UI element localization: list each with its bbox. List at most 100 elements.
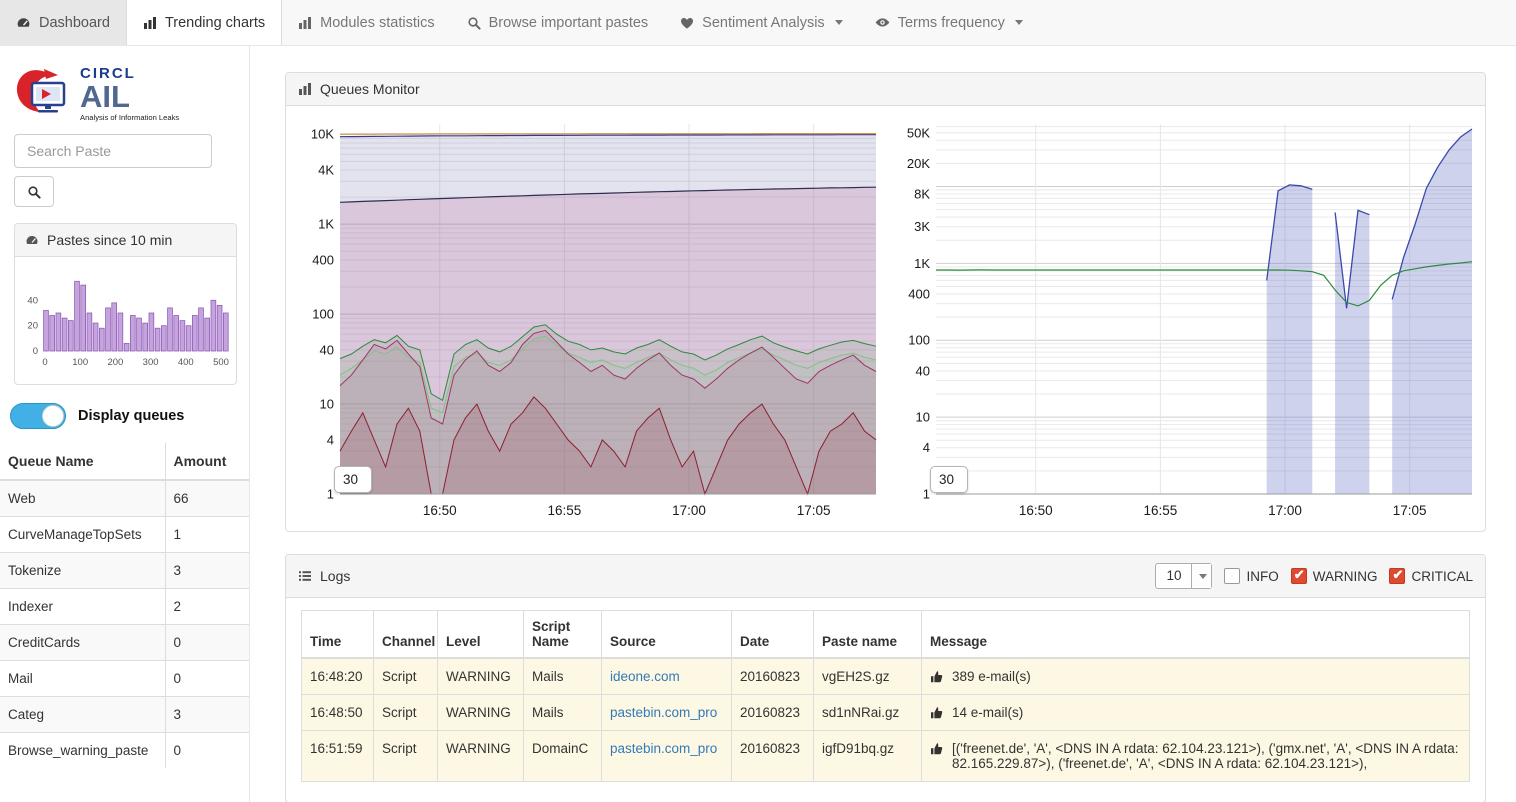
left-range-input[interactable] <box>334 466 372 493</box>
top-navbar: Dashboard Trending charts Modules statis… <box>0 0 1516 46</box>
page-size-value: 10 <box>1156 564 1191 588</box>
page-size-select[interactable]: 10 <box>1155 563 1212 589</box>
table-row: Browse_warning_paste0 <box>0 733 249 769</box>
svg-text:17:00: 17:00 <box>672 503 706 518</box>
thumbs-up-icon <box>930 742 944 756</box>
nav-dashboard[interactable]: Dashboard <box>0 0 126 45</box>
search-icon <box>467 16 481 30</box>
chevron-down-icon <box>1191 564 1211 588</box>
search-button[interactable] <box>14 176 54 207</box>
queues-monitor-header: Queues Monitor <box>286 73 1485 106</box>
brand-tagline: Analysis of Information Leaks <box>80 113 179 122</box>
svg-text:200: 200 <box>107 357 123 368</box>
display-queues-toggle[interactable] <box>10 403 66 429</box>
queue-name: CurveManageTopSets <box>0 517 165 553</box>
col-date: Date <box>732 611 814 659</box>
svg-text:20: 20 <box>27 321 38 332</box>
queue-amount: 66 <box>165 480 249 517</box>
col-script-name: Script Name <box>524 611 602 659</box>
svg-text:100: 100 <box>72 357 88 368</box>
filter-info[interactable]: INFO <box>1224 568 1278 584</box>
queue-amount: 0 <box>165 625 249 661</box>
svg-text:10K: 10K <box>311 127 334 142</box>
log-level: WARNING <box>438 658 524 695</box>
log-channel: Script <box>374 695 438 731</box>
log-row: 16:48:20 Script WARNING Mails ideone.com… <box>302 658 1470 695</box>
logs-title: Logs <box>320 568 350 584</box>
dashboard-icon <box>25 233 39 247</box>
svg-text:20K: 20K <box>907 156 930 171</box>
search-icon <box>27 185 41 199</box>
col-time: Time <box>302 611 374 659</box>
thumbs-up-icon <box>930 670 944 684</box>
queue-name: CreditCards <box>0 625 165 661</box>
svg-text:17:05: 17:05 <box>1393 503 1427 518</box>
queue-name: Categ <box>0 697 165 733</box>
queues-monitor-panel: Queues Monitor 10K4K1K40010040104116:501… <box>285 72 1486 532</box>
queue-amount: 0 <box>165 661 249 697</box>
warning-checkbox[interactable] <box>1291 568 1307 584</box>
log-source-link[interactable]: pastebin.com_pro <box>610 705 717 720</box>
bar-chart-icon <box>298 82 312 96</box>
list-icon <box>298 569 312 583</box>
svg-text:300: 300 <box>143 357 159 368</box>
queue-name-header: Queue Name <box>0 443 165 480</box>
queues-left-chart[interactable]: 10K4K1K40010040104116:5016:5517:0017:05 <box>294 116 880 524</box>
log-row: 16:48:50 Script WARNING Mails pastebin.c… <box>302 695 1470 731</box>
svg-text:40: 40 <box>320 342 334 357</box>
log-source-link[interactable]: pastebin.com_pro <box>610 741 717 756</box>
bar-chart-icon <box>298 16 312 30</box>
svg-text:4: 4 <box>327 432 334 447</box>
info-checkbox[interactable] <box>1224 568 1240 584</box>
svg-text:17:05: 17:05 <box>797 503 831 518</box>
queues-right-chart[interactable]: 50K20K8K3K1K40010040104116:5016:5517:001… <box>890 116 1476 524</box>
queue-name: Browse_warning_paste <box>0 733 165 769</box>
svg-text:100: 100 <box>312 307 334 322</box>
thumbs-up-icon <box>930 706 944 720</box>
log-channel: Script <box>374 658 438 695</box>
svg-text:400: 400 <box>178 357 194 368</box>
nav-browse-important-pastes[interactable]: Browse important pastes <box>451 0 665 45</box>
table-row: CurveManageTopSets1 <box>0 517 249 553</box>
svg-text:0: 0 <box>42 357 47 368</box>
svg-text:40: 40 <box>27 296 38 307</box>
chevron-down-icon <box>1015 20 1023 25</box>
pastes-sparkline-chart: 020400100200300400500 <box>17 265 235 377</box>
log-channel: Script <box>374 731 438 782</box>
table-row: Web66 <box>0 480 249 517</box>
filter-warning[interactable]: WARNING <box>1291 568 1378 584</box>
search-paste-input[interactable] <box>14 134 212 168</box>
ail-logo: CIRCL AIL Analysis of Information Leaks <box>14 66 237 122</box>
nav-modules-statistics[interactable]: Modules statistics <box>282 0 450 45</box>
log-message: [('freenet.de', 'A', <DNS IN A rdata: 62… <box>952 741 1461 771</box>
log-row: 16:51:59 Script WARNING DomainC pastebin… <box>302 731 1470 782</box>
log-message: 14 e-mail(s) <box>952 705 1023 720</box>
queues-amount-table: Queue Name Amount Web66 CurveManageTopSe… <box>0 443 249 768</box>
log-date: 20160823 <box>732 731 814 782</box>
ail-logo-mark <box>14 67 74 121</box>
critical-label: CRITICAL <box>1411 569 1473 584</box>
svg-text:1: 1 <box>327 487 334 502</box>
nav-sentiment-analysis[interactable]: Sentiment Analysis <box>664 0 859 45</box>
filter-critical[interactable]: CRITICAL <box>1389 568 1473 584</box>
queue-amount: 3 <box>165 553 249 589</box>
nav-terms-frequency[interactable]: Terms frequency <box>859 0 1039 45</box>
log-source-link[interactable]: ideone.com <box>610 669 680 684</box>
col-channel: Channel <box>374 611 438 659</box>
nav-trending-charts[interactable]: Trending charts <box>126 0 282 45</box>
eye-icon <box>875 15 890 30</box>
log-message: 389 e-mail(s) <box>952 669 1031 684</box>
log-time: 16:48:50 <box>302 695 374 731</box>
dashboard-icon <box>16 15 31 30</box>
heart-icon <box>680 16 694 30</box>
svg-text:16:50: 16:50 <box>1019 503 1053 518</box>
main-content: Queues Monitor 10K4K1K40010040104116:501… <box>250 46 1516 802</box>
col-level: Level <box>438 611 524 659</box>
warning-label: WARNING <box>1313 569 1378 584</box>
display-queues-label: Display queues <box>78 408 184 424</box>
critical-checkbox[interactable] <box>1389 568 1405 584</box>
log-time: 16:48:20 <box>302 658 374 695</box>
log-paste-name: igfD91bq.gz <box>814 731 922 782</box>
sidebar: CIRCL AIL Analysis of Information Leaks … <box>0 46 250 802</box>
right-range-input[interactable] <box>930 466 968 493</box>
